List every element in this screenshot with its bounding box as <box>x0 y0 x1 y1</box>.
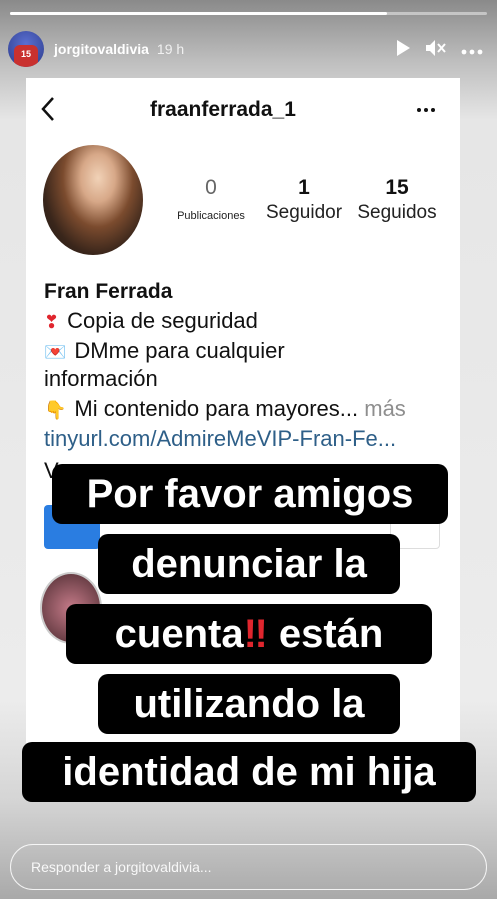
bio-text: información <box>44 366 158 391</box>
double-exclamation-icon: ‼ <box>243 612 268 656</box>
stat-following: 15 Seguidos <box>352 176 442 224</box>
caption-line-3: cuenta‼ están <box>66 604 432 664</box>
profile-picture <box>43 145 143 255</box>
bio-line: información <box>44 366 158 392</box>
more-options-icon[interactable] <box>461 40 483 58</box>
story-timestamp: 19 h <box>156 41 185 57</box>
stat-posts-label: Publicaciones <box>177 210 245 222</box>
play-icon[interactable] <box>395 39 411 60</box>
bio-line: ❣ Copia de seguridad <box>44 308 258 334</box>
avatar-shirt-number: 15 <box>14 45 38 67</box>
stat-posts: 0 Publicaciones <box>168 176 254 222</box>
story-header: 15 jorgitovaldivia 19 h <box>8 30 489 68</box>
bio-text: Mi contenido para mayores... <box>74 396 359 421</box>
stat-posts-value: 0 <box>205 176 217 199</box>
stat-followers-label: Seguidor <box>265 202 343 223</box>
envelope-heart-icon: 💌 <box>44 342 67 362</box>
bio-line: 👇 Mi contenido para mayores... más <box>44 396 406 422</box>
profile-username: fraanferrada_1 <box>150 98 296 121</box>
stat-following-label: Seguidos <box>357 202 437 223</box>
story-progress-bar <box>10 12 487 15</box>
profile-name: Fran Ferrada <box>44 280 173 303</box>
story-username[interactable]: jorgitovaldivia <box>54 41 149 57</box>
exclamation-icon: ❣ <box>44 312 60 332</box>
caption-line-1: Por favor amigos <box>52 464 448 524</box>
story-viewer[interactable]: 15 jorgitovaldivia 19 h fraanferrada_1 0… <box>0 0 497 899</box>
bio-line: 💌 DMme para cualquier <box>44 338 285 364</box>
pointing-down-icon: 👇 <box>44 400 67 420</box>
mute-icon[interactable] <box>425 39 447 60</box>
profile-more-icon <box>416 96 436 119</box>
back-arrow-icon <box>40 96 56 122</box>
story-controls <box>395 39 483 60</box>
avatar[interactable]: 15 <box>8 31 44 67</box>
caption-text: están <box>267 612 384 656</box>
caption-line-2: denunciar la <box>98 534 400 594</box>
bio-text: Copia de seguridad <box>67 308 258 333</box>
caption-line-4: utilizando la <box>98 674 400 734</box>
story-progress-fill <box>10 12 387 15</box>
reply-input[interactable]: Responder a jorgitovaldivia... <box>10 844 487 890</box>
bio-text: DMme para cualquier <box>74 338 285 363</box>
stat-followers: 1 Seguidor <box>260 176 348 224</box>
more-link: más <box>364 396 406 421</box>
stat-following-value: 15 <box>385 176 409 199</box>
profile-link: tinyurl.com/AdmireMeVIP-Fran-Fe... <box>44 426 397 451</box>
stat-followers-value: 1 <box>298 176 310 199</box>
caption-line-5: identidad de mi hija <box>22 742 476 802</box>
caption-text: cuenta <box>114 612 244 656</box>
